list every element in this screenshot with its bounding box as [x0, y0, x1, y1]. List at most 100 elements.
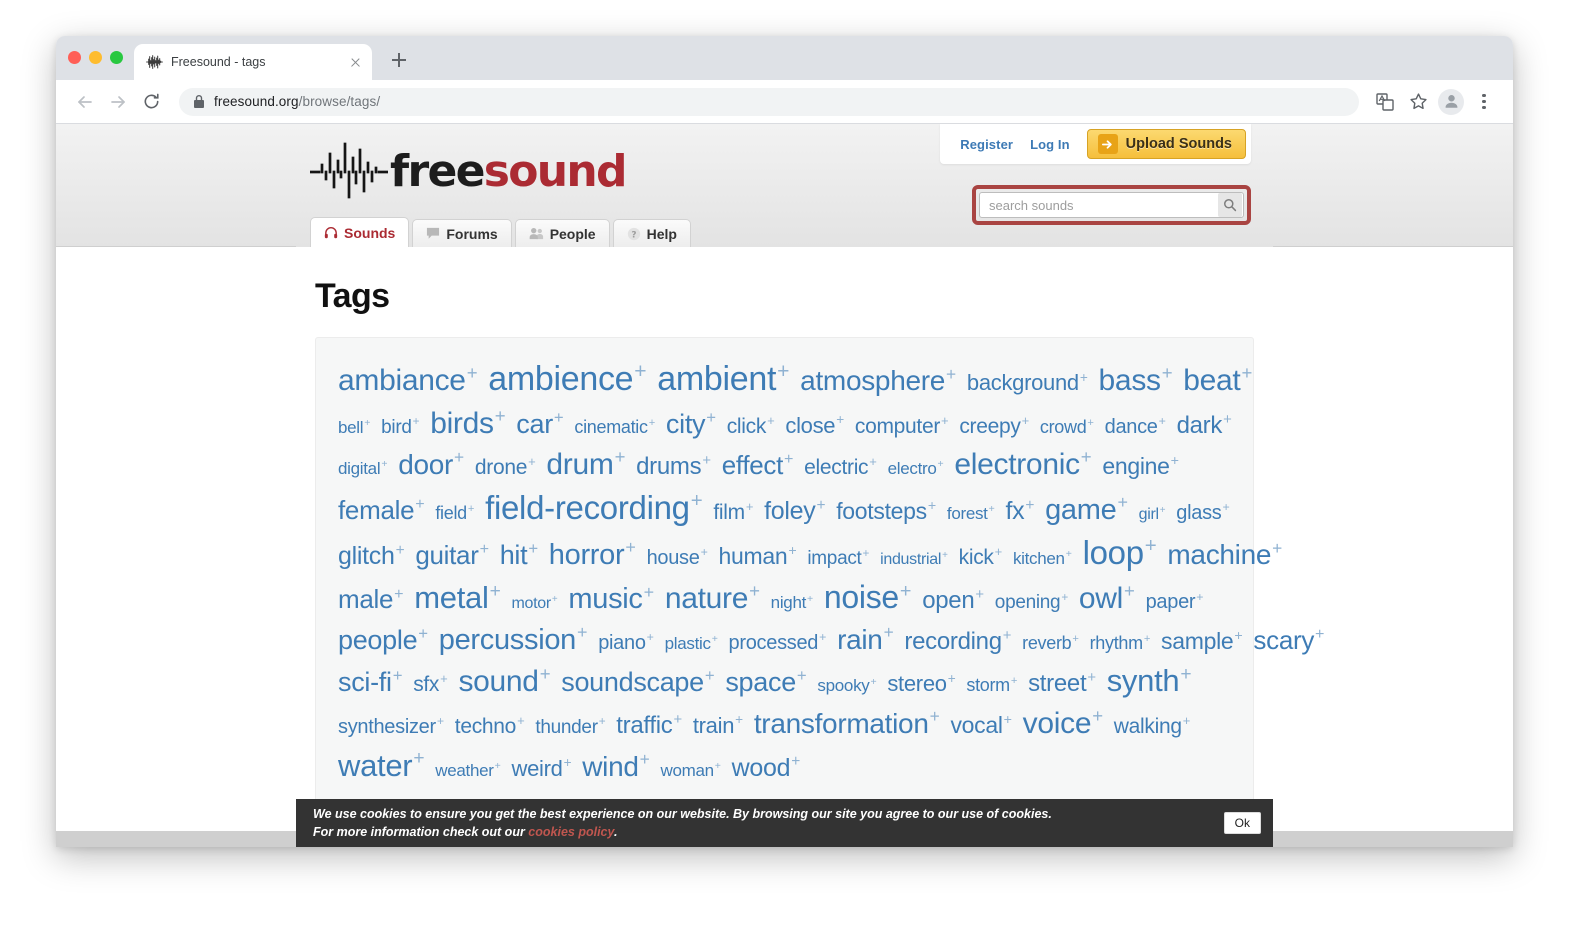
minimize-window-button[interactable]: [89, 51, 102, 64]
tag-link-bell[interactable]: bell+: [338, 417, 370, 440]
tag-link-door[interactable]: door+: [398, 446, 464, 484]
tag-link-crowd[interactable]: crowd+: [1040, 415, 1094, 439]
tag-add-icon[interactable]: +: [691, 489, 703, 512]
tag-add-icon[interactable]: +: [468, 503, 475, 515]
tag-add-icon[interactable]: +: [1025, 497, 1034, 514]
tag-link-car[interactable]: car+: [516, 406, 563, 442]
tag-link-rain[interactable]: rain+: [837, 621, 894, 659]
tag-link-ambiance[interactable]: ambiance+: [338, 361, 478, 401]
tag-add-icon[interactable]: +: [495, 760, 501, 772]
tag-add-icon[interactable]: +: [989, 503, 995, 515]
tag-link-percussion[interactable]: percussion+: [439, 621, 588, 660]
tag-add-icon[interactable]: +: [784, 450, 793, 468]
tag-link-impact[interactable]: impact+: [807, 546, 869, 571]
tag-add-icon[interactable]: +: [1144, 633, 1151, 645]
tag-add-icon[interactable]: +: [942, 550, 948, 561]
tag-link-synthesizer[interactable]: synthesizer+: [338, 714, 444, 741]
tag-add-icon[interactable]: +: [788, 543, 796, 559]
login-link[interactable]: Log In: [1030, 137, 1070, 152]
tag-add-icon[interactable]: +: [1162, 362, 1173, 383]
sidebar-item-sounds[interactable]: Sounds: [310, 217, 410, 247]
tag-add-icon[interactable]: +: [640, 749, 650, 769]
tag-add-icon[interactable]: +: [900, 580, 912, 602]
tag-link-soundscape[interactable]: soundscape+: [561, 664, 714, 700]
tag-add-icon[interactable]: +: [577, 622, 588, 642]
tag-link-wood[interactable]: wood+: [732, 752, 801, 786]
tag-link-beat[interactable]: beat+: [1183, 361, 1252, 401]
translate-icon[interactable]: [1370, 87, 1400, 117]
tag-link-vocal[interactable]: vocal+: [950, 710, 1012, 741]
tag-add-icon[interactable]: +: [1183, 713, 1191, 728]
tag-add-icon[interactable]: +: [644, 582, 655, 602]
tag-link-background[interactable]: background+: [967, 368, 1088, 397]
tag-link-horror[interactable]: horror+: [549, 536, 636, 575]
tag-link-opening[interactable]: opening+: [995, 590, 1068, 615]
tag-add-icon[interactable]: +: [415, 495, 424, 513]
tag-add-icon[interactable]: +: [1272, 538, 1282, 558]
tag-add-icon[interactable]: +: [705, 666, 715, 685]
tag-link-voice[interactable]: voice+: [1023, 704, 1103, 744]
tag-add-icon[interactable]: +: [1223, 412, 1232, 428]
tag-add-icon[interactable]: +: [1159, 414, 1166, 428]
tag-add-icon[interactable]: +: [797, 666, 807, 685]
tag-link-machine[interactable]: machine+: [1167, 536, 1282, 574]
tag-link-nature[interactable]: nature+: [665, 579, 760, 619]
sidebar-item-people[interactable]: People: [514, 219, 610, 247]
tag-add-icon[interactable]: +: [869, 454, 877, 469]
tag-add-icon[interactable]: +: [649, 417, 656, 429]
tag-link-loop[interactable]: loop+: [1083, 531, 1157, 575]
tag-add-icon[interactable]: +: [1011, 675, 1018, 687]
tag-add-icon[interactable]: +: [946, 364, 956, 384]
tag-add-icon[interactable]: +: [712, 633, 718, 645]
tag-link-metal[interactable]: metal+: [414, 577, 501, 619]
tag-link-guitar[interactable]: guitar+: [415, 538, 489, 573]
tag-add-icon[interactable]: +: [1022, 413, 1030, 428]
tag-link-digital[interactable]: digital+: [338, 458, 387, 481]
tag-add-icon[interactable]: +: [836, 412, 844, 427]
tag-link-glitch[interactable]: glitch+: [338, 540, 405, 574]
tag-add-icon[interactable]: +: [1092, 705, 1103, 726]
tag-link-storm[interactable]: storm+: [966, 673, 1017, 697]
tag-add-icon[interactable]: +: [440, 671, 448, 686]
tag-link-female[interactable]: female+: [338, 493, 425, 528]
tag-add-icon[interactable]: +: [413, 748, 424, 769]
plus-icon[interactable]: [386, 47, 412, 73]
tag-add-icon[interactable]: +: [454, 447, 464, 467]
tag-link-ambience[interactable]: ambience+: [488, 357, 646, 403]
close-window-button[interactable]: [68, 51, 81, 64]
tag-add-icon[interactable]: +: [1087, 417, 1094, 429]
tag-add-icon[interactable]: +: [715, 760, 721, 772]
tag-add-icon[interactable]: +: [870, 676, 876, 688]
tag-link-weird[interactable]: weird+: [511, 754, 571, 783]
tag-link-kitchen[interactable]: kitchen+: [1013, 548, 1072, 571]
tag-link-footsteps[interactable]: footsteps+: [836, 496, 936, 527]
tag-link-effect[interactable]: effect+: [722, 448, 794, 483]
tag-link-dark[interactable]: dark+: [1177, 410, 1232, 442]
tag-add-icon[interactable]: +: [599, 715, 606, 728]
tag-add-icon[interactable]: +: [1003, 628, 1012, 644]
tag-add-icon[interactable]: +: [552, 594, 558, 605]
tag-add-icon[interactable]: +: [746, 499, 754, 514]
tag-link-sound[interactable]: sound+: [458, 662, 550, 702]
tag-link-recording[interactable]: recording+: [904, 626, 1011, 658]
tag-link-forest[interactable]: forest+: [947, 503, 995, 526]
browser-tab[interactable]: Freesound - tags: [134, 44, 372, 80]
tag-link-male[interactable]: male+: [338, 582, 404, 617]
tag-add-icon[interactable]: +: [1241, 362, 1252, 383]
tag-link-owl[interactable]: owl+: [1079, 579, 1135, 619]
tag-add-icon[interactable]: +: [1196, 590, 1203, 604]
tag-add-icon[interactable]: +: [413, 415, 420, 428]
tag-link-foley[interactable]: foley+: [764, 495, 825, 529]
tag-link-open[interactable]: open+: [922, 585, 984, 617]
tag-link-kick[interactable]: kick+: [959, 544, 1003, 572]
tag-add-icon[interactable]: +: [1160, 505, 1166, 516]
search-icon[interactable]: [1218, 193, 1242, 217]
tag-link-click[interactable]: click+: [727, 413, 775, 441]
tag-add-icon[interactable]: +: [615, 446, 626, 467]
tag-link-girl[interactable]: girl+: [1139, 504, 1166, 525]
tag-add-icon[interactable]: +: [437, 714, 444, 728]
tag-link-close[interactable]: close+: [785, 411, 844, 440]
tag-link-motor[interactable]: motor+: [512, 593, 558, 614]
tag-link-computer[interactable]: computer+: [855, 413, 949, 441]
tag-add-icon[interactable]: +: [1315, 625, 1324, 643]
